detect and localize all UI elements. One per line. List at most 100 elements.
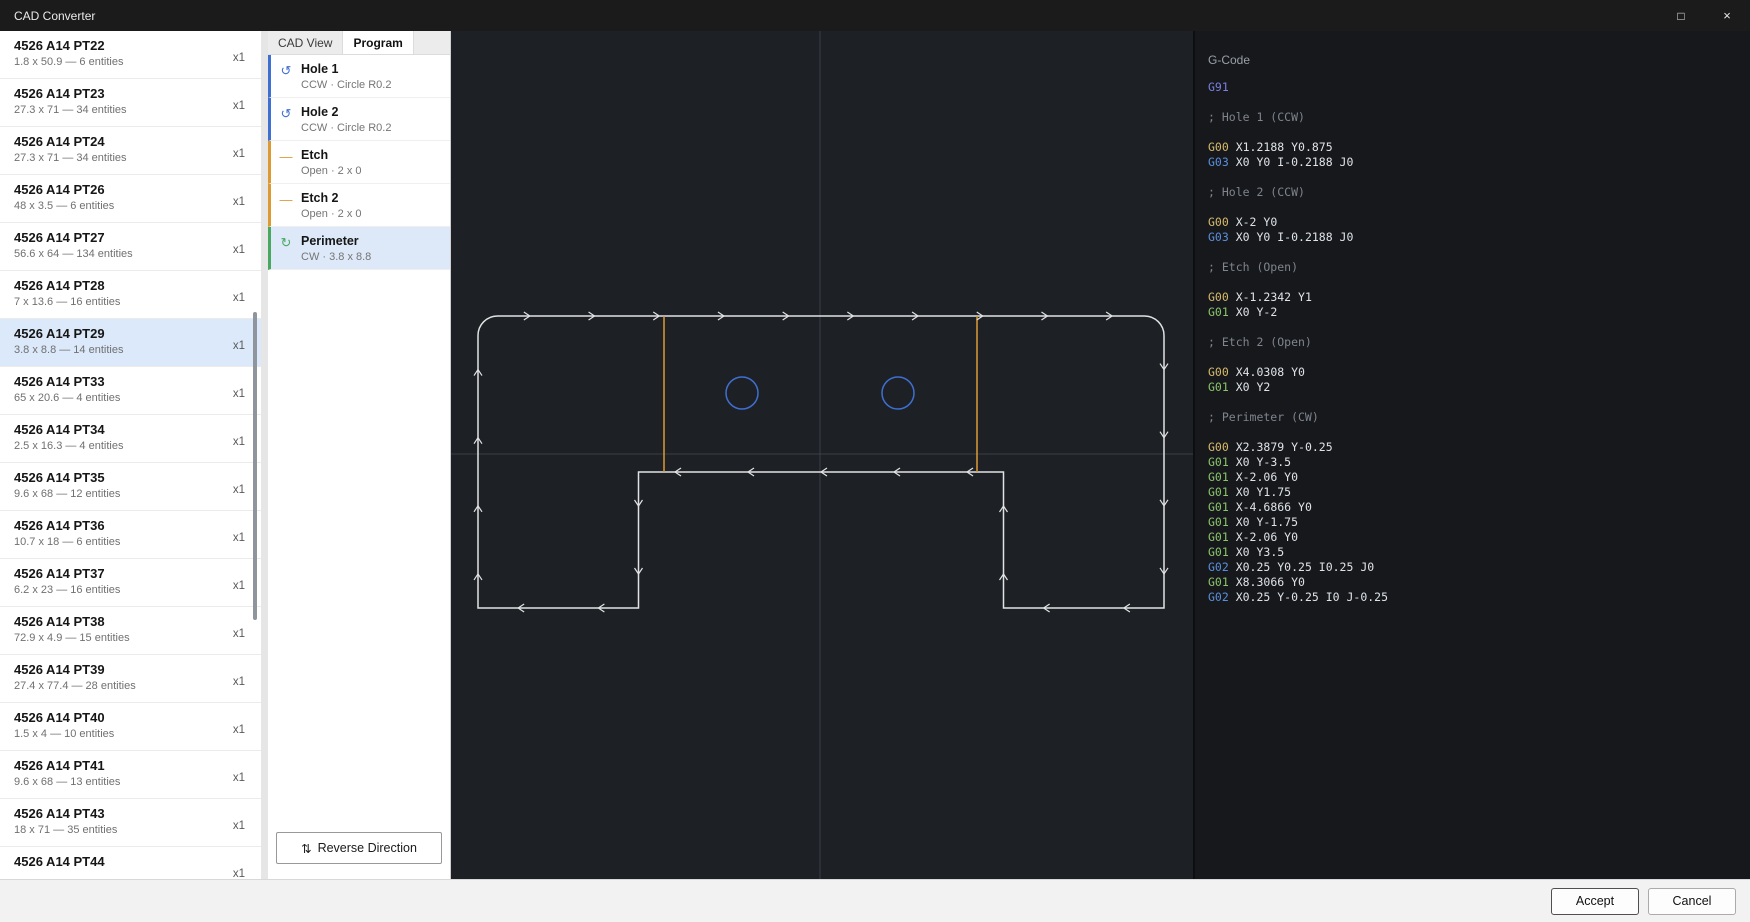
gcode-line: G00 X2.3879 Y-0.25 [1208, 440, 1750, 455]
part-meta: 3.8 x 8.8 — 14 entities [14, 344, 123, 356]
operation-meta: CCW · Circle R0.2 [301, 79, 391, 91]
part-quantity: x1 [233, 340, 245, 352]
part-name: 4526 A14 PT26 [14, 182, 114, 197]
part-quantity: x1 [233, 772, 245, 784]
part-meta: 1.5 x 4 — 10 entities [14, 728, 114, 740]
titlebar: CAD Converter □× [0, 0, 1750, 31]
parts-list[interactable]: 4526 A14 PT221.8 x 50.9 — 6 entitiesx145… [0, 31, 261, 879]
part-list-item[interactable]: 4526 A14 PT221.8 x 50.9 — 6 entitiesx1 [0, 31, 261, 79]
part-list-item[interactable]: 4526 A14 PT342.5 x 16.3 — 4 entitiesx1 [0, 415, 261, 463]
operations-list: ↺Hole 1CCW · Circle R0.2↺Hole 2CCW · Cir… [268, 55, 450, 832]
operation-title: Hole 1 [301, 62, 391, 76]
main-area: 4526 A14 PT221.8 x 50.9 — 6 entitiesx145… [0, 31, 1750, 879]
part-list-item[interactable]: 4526 A14 PT41 9.6 x 68 — 13 entities x1 [0, 751, 261, 799]
gcode-header: G-Code [1208, 53, 1750, 67]
part-name: 4526 A14 PT29 [14, 326, 123, 341]
part-list-item[interactable]: 4526 A14 PT38 72.9 x 4.9 — 15 entities x1 [0, 607, 261, 655]
part-meta: 56.6 x 64 — 134 entities [14, 248, 133, 260]
part-list-item[interactable]: 4526 A14 PT401.5 x 4 — 10 entitiesx1 [0, 703, 261, 751]
part-name: 4526 A14 PT44 [14, 854, 105, 869]
maximize-button[interactable]: □ [1658, 0, 1704, 31]
gcode-line: G01 X0 Y3.5 [1208, 545, 1750, 560]
app-window: CAD Converter □× 4526 A14 PT221.8 x 50.9… [0, 0, 1750, 922]
part-list-item[interactable]: 4526 A14 PT44x1 [0, 847, 261, 879]
part-quantity: x1 [233, 292, 245, 304]
gcode-line: G01 X8.3066 Y0 [1208, 575, 1750, 590]
part-name: 4526 A14 PT23 [14, 86, 127, 101]
operation-meta: CW · 3.8 x 8.8 [301, 251, 371, 263]
part-list-item[interactable]: 4526 A14 PT4318 x 71 — 35 entitiesx1 [0, 799, 261, 847]
part-quantity: x1 [233, 676, 245, 688]
cad-canvas[interactable] [451, 31, 1193, 879]
gcode-blank-line [1208, 395, 1750, 410]
cad-drawing [451, 31, 1193, 879]
part-name: 4526 A14 PT38 [14, 614, 130, 629]
gcode-line: G02 X0.25 Y-0.25 I0 J-0.25 [1208, 590, 1750, 605]
window-title: CAD Converter [0, 9, 1658, 23]
gcode-blank-line [1208, 350, 1750, 365]
reverse-direction-icon: ⇅ [301, 841, 311, 856]
part-list-item[interactable]: 4526 A14 PT287 x 13.6 — 16 entitiesx1 [0, 271, 261, 319]
operation-item[interactable]: ↺Hole 1CCW · Circle R0.2 [268, 55, 450, 98]
part-list-item[interactable]: 4526 A14 PT2427.3 x 71 — 34 entitiesx1 [0, 127, 261, 175]
part-list-item[interactable]: 4526 A14 PT2648 x 3.5 — 6 entitiesx1 [0, 175, 261, 223]
operation-item[interactable]: ↺Hole 2CCW · Circle R0.2 [268, 98, 450, 141]
gcode-blank-line [1208, 425, 1750, 440]
part-quantity: x1 [233, 580, 245, 592]
part-name: 4526 A14 PT43 [14, 806, 117, 821]
gcode-line: G01 X-2.06 Y0 [1208, 470, 1750, 485]
gcode-panel: G-Code G91 ; Hole 1 (CCW) G00 X1.2188 Y0… [1193, 31, 1750, 879]
part-list-item[interactable]: 4526 A14 PT37 6.2 x 23 — 16 entities x1 [0, 559, 261, 607]
gcode-line: G01 X0 Y2 [1208, 380, 1750, 395]
gcode-line: G01 X0 Y1.75 [1208, 485, 1750, 500]
gcode-line: G00 X4.0308 Y0 [1208, 365, 1750, 380]
gcode-blank-line [1208, 170, 1750, 185]
operation-item[interactable]: —EtchOpen · 2 x 0 [268, 141, 450, 184]
sidebar-scrollbar[interactable] [253, 312, 257, 620]
operation-title: Etch [301, 148, 362, 162]
gcode-blank-line [1208, 245, 1750, 260]
gcode-line: G01 X-2.06 Y0 [1208, 530, 1750, 545]
part-meta: 7 x 13.6 — 16 entities [14, 296, 120, 308]
operation-item[interactable]: —Etch 2Open · 2 x 0 [268, 184, 450, 227]
part-meta: 48 x 3.5 — 6 entities [14, 200, 114, 212]
part-name: 4526 A14 PT40 [14, 710, 114, 725]
gcode-blank-line [1208, 275, 1750, 290]
panel-divider [261, 31, 268, 879]
part-name: 4526 A14 PT24 [14, 134, 127, 149]
cancel-button[interactable]: Cancel [1648, 888, 1736, 915]
part-list-item[interactable]: 4526 A14 PT2756.6 x 64 — 134 entitiesx1 [0, 223, 261, 271]
accept-button[interactable]: Accept [1551, 888, 1639, 915]
part-list-item[interactable]: 4526 A14 PT29 3.8 x 8.8 — 14 entities x1 [0, 319, 261, 367]
part-list-item[interactable]: 4526 A14 PT2327.3 x 71 — 34 entitiesx1 [0, 79, 261, 127]
part-meta: 9.6 x 68 — 12 entities [14, 488, 120, 500]
part-quantity: x1 [233, 484, 245, 496]
part-list-item[interactable]: 4526 A14 PT3610.7 x 18 — 6 entitiesx1 [0, 511, 261, 559]
tab-cad-view[interactable]: CAD View [268, 31, 343, 54]
close-button[interactable]: × [1704, 0, 1750, 31]
gcode-line: G00 X-1.2342 Y1 [1208, 290, 1750, 305]
part-quantity: x1 [233, 628, 245, 640]
reverse-direction-button[interactable]: ⇅ Reverse Direction [276, 832, 442, 864]
part-quantity: x1 [233, 388, 245, 400]
part-name: 4526 A14 PT37 [14, 566, 120, 581]
gcode-line: G01 X0 Y-2 [1208, 305, 1750, 320]
part-list-item[interactable]: 4526 A14 PT3365 x 20.6 — 4 entitiesx1 [0, 367, 261, 415]
part-meta: 9.6 x 68 — 13 entities [14, 776, 120, 788]
part-list-item[interactable]: 4526 A14 PT3927.4 x 77.4 — 28 entitiesx1 [0, 655, 261, 703]
part-list-item[interactable]: 4526 A14 PT35 9.6 x 68 — 12 entities x1 [0, 463, 261, 511]
gcode-line: G02 X0.25 Y0.25 I0.25 J0 [1208, 560, 1750, 575]
part-meta: 6.2 x 23 — 16 entities [14, 584, 120, 596]
part-meta: 27.3 x 71 — 34 entities [14, 152, 127, 164]
gcode-comment: ; Hole 1 (CCW) [1208, 110, 1750, 125]
window-controls: □× [1658, 0, 1750, 31]
part-meta: 72.9 x 4.9 — 15 entities [14, 632, 130, 644]
part-name: 4526 A14 PT33 [14, 374, 120, 389]
part-name: 4526 A14 PT35 [14, 470, 120, 485]
operation-item[interactable]: ↻PerimeterCW · 3.8 x 8.8 [268, 227, 450, 270]
gcode-comment: ; Etch 2 (Open) [1208, 335, 1750, 350]
part-name: 4526 A14 PT41 [14, 758, 120, 773]
tab-program[interactable]: Program [343, 31, 413, 54]
gcode-blank-line [1208, 95, 1750, 110]
part-name: 4526 A14 PT39 [14, 662, 136, 677]
